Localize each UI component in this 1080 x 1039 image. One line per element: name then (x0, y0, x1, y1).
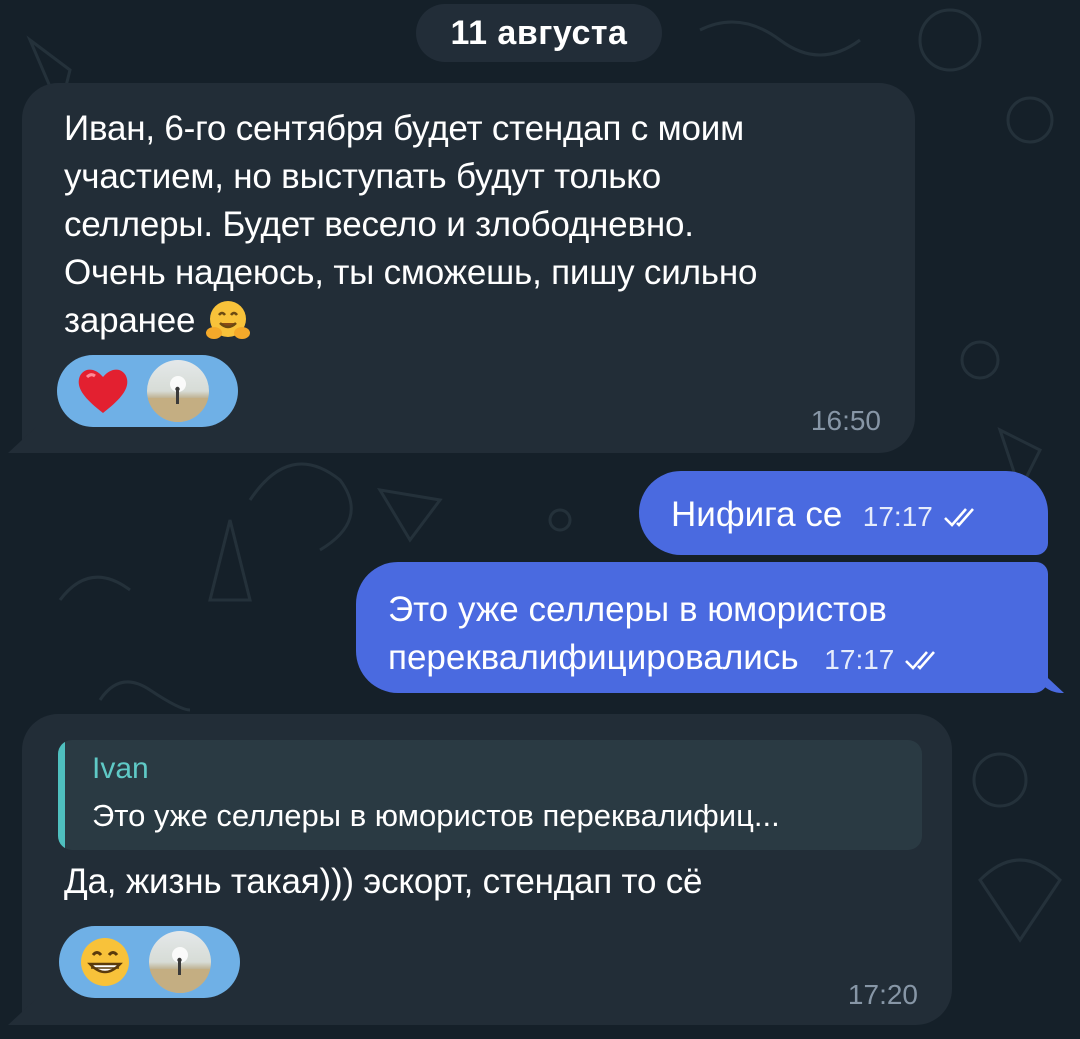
reactor-avatar (147, 360, 209, 422)
incoming-message-bubble[interactable]: Ivan Это уже селлеры в юмористов переква… (22, 714, 952, 1025)
hugging-face-emoji-icon (206, 301, 251, 339)
reply-author: Ivan (92, 752, 149, 785)
message-line: селлеры. Будет весело и злободневно. (64, 205, 694, 244)
double-check-read-icon (905, 651, 936, 670)
grinning-face-reaction-icon (75, 932, 135, 992)
message-line: Иван, 6-го сентября будет стендап с моим (64, 109, 744, 148)
message-time: 17:17 (824, 644, 895, 675)
message-line: переквалифицировались 17:17 (388, 634, 1048, 684)
message-line: Очень надеюсь, ты сможешь, пишу сильно (64, 253, 758, 292)
reaction-pill[interactable] (57, 355, 238, 427)
red-heart-reaction-icon (73, 361, 133, 421)
message-text: Нифига се (671, 495, 843, 534)
outgoing-message-bubble[interactable]: Нифига се 17:17 (639, 471, 1048, 555)
message-line-text: заранее (64, 301, 196, 340)
reply-quote[interactable]: Ivan Это уже селлеры в юмористов переква… (58, 740, 922, 850)
reply-text: Это уже селлеры в юмористов переквалифиц… (92, 798, 780, 833)
message-time: 17:20 (847, 979, 918, 1010)
message-line: Это уже селлеры в юмористов (388, 590, 887, 629)
message-line: заранее (64, 297, 891, 345)
date-separator: 11 августа (416, 4, 662, 62)
message-text: Иван, 6-го сентября будет стендап с моим… (64, 105, 891, 345)
message-line: участием, но выступать будут только (64, 157, 662, 196)
outgoing-message-bubble[interactable]: Это уже селлеры в юмористов переквалифиц… (356, 562, 1048, 693)
message-time: 16:50 (810, 405, 881, 436)
double-check-read-icon (943, 508, 974, 527)
message-meta: 17:17 (824, 636, 944, 684)
message-text: Да, жизнь такая))) эскорт, стендап то сё (64, 862, 703, 901)
reactor-avatar (149, 931, 211, 993)
message-meta: 17:17 (863, 501, 983, 533)
incoming-message-bubble[interactable]: Иван, 6-го сентября будет стендап с моим… (22, 83, 915, 453)
reply-accent-bar (58, 740, 65, 850)
message-line-text: переквалифицировались (388, 638, 799, 677)
message-time: 17:17 (862, 501, 933, 532)
reaction-pill[interactable] (59, 926, 240, 998)
